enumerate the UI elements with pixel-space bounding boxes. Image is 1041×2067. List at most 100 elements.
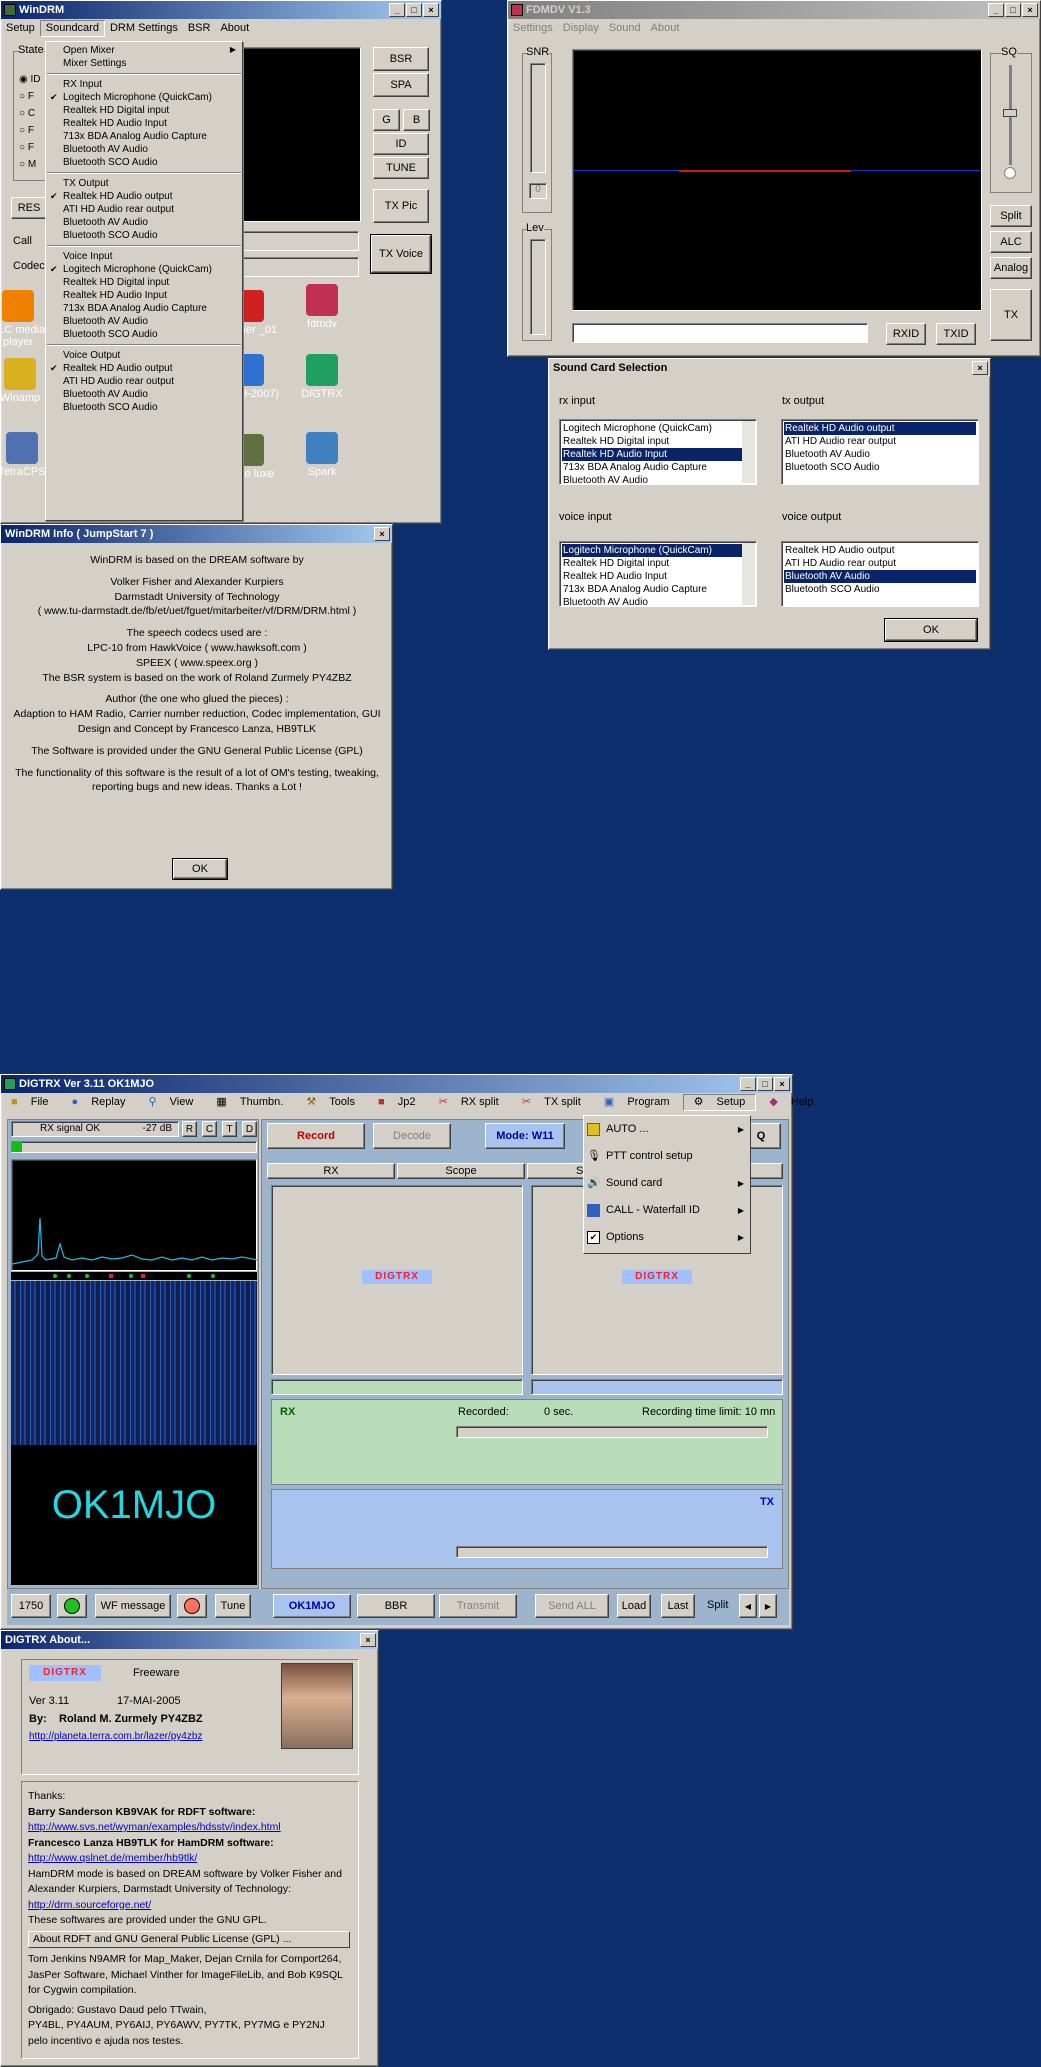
- menu-item-mixer-settings[interactable]: Mixer Settings: [46, 57, 242, 70]
- menu-item-vin[interactable]: Logitech Microphone (QuickCam): [46, 263, 242, 276]
- digtrx-titlebar[interactable]: DIGTRX Ver 3.11 OK1MJO _ □ ×: [1, 1075, 792, 1093]
- menu-bsr[interactable]: BSR: [183, 19, 216, 37]
- menu-item-vout[interactable]: Bluetooth SCO Audio: [46, 401, 242, 414]
- menu-item-auto[interactable]: AUTO ... ▶: [584, 1116, 750, 1143]
- id-button[interactable]: ID: [373, 133, 429, 155]
- load-button[interactable]: Load: [617, 1594, 651, 1618]
- alc-button[interactable]: ALC: [990, 231, 1032, 253]
- menu-soundcard[interactable]: Soundcard: [39, 20, 105, 37]
- slider-thumb[interactable]: [1003, 109, 1017, 117]
- scrollbar[interactable]: [742, 543, 755, 605]
- soundsel-titlebar[interactable]: Sound Card Selection ×: [549, 359, 990, 377]
- close-icon[interactable]: ×: [972, 361, 988, 375]
- menu-sound[interactable]: Sound: [604, 19, 646, 37]
- maximize-icon[interactable]: □: [1005, 3, 1021, 17]
- mode-button[interactable]: Mode: W11: [485, 1123, 565, 1149]
- radio-f3[interactable]: ○ F: [19, 139, 41, 156]
- minimize-icon[interactable]: _: [389, 3, 405, 17]
- record-button[interactable]: Record: [267, 1123, 365, 1149]
- last-button[interactable]: Last: [661, 1594, 695, 1618]
- rdft-link[interactable]: http://www.svs.net/wyman/examples/hdsstv…: [28, 1820, 354, 1836]
- transmit-button[interactable]: Transmit: [439, 1594, 517, 1618]
- menu-item-rx[interactable]: Bluetooth SCO Audio: [46, 156, 242, 169]
- menu-item-rx[interactable]: 713x BDA Analog Audio Capture: [46, 130, 242, 143]
- fdmdv-text-field[interactable]: [572, 323, 868, 343]
- tx-voice-button[interactable]: TX Voice: [370, 234, 432, 274]
- list-item[interactable]: Bluetooth SCO Audio: [784, 461, 976, 474]
- ok-button[interactable]: OK: [884, 618, 978, 642]
- close-icon[interactable]: ×: [360, 1633, 376, 1647]
- prev-arrow-button[interactable]: ◀: [739, 1594, 757, 1618]
- menu-item-vin[interactable]: Realtek HD Audio Input: [46, 289, 242, 302]
- menu-help[interactable]: ◆ Help: [759, 1093, 823, 1111]
- rx-input-listbox[interactable]: Logitech Microphone (QuickCam) Realtek HD…: [559, 419, 757, 485]
- next-arrow-button[interactable]: ▶: [759, 1594, 777, 1618]
- menu-tools[interactable]: ⚒ Tools: [296, 1093, 365, 1111]
- list-item[interactable]: Bluetooth AV Audio: [784, 448, 976, 461]
- ok-button[interactable]: OK: [172, 858, 228, 880]
- menu-item-vout[interactable]: Realtek HD Audio output: [46, 362, 242, 375]
- voice-input-listbox[interactable]: Logitech Microphone (QuickCam) Realtek HD…: [559, 541, 757, 607]
- menu-item-vin[interactable]: Realtek HD Digital input: [46, 276, 242, 289]
- tab-rx[interactable]: RX: [267, 1163, 395, 1179]
- menu-display[interactable]: Display: [558, 19, 604, 37]
- close-icon[interactable]: ×: [774, 1077, 790, 1091]
- maximize-icon[interactable]: □: [757, 1077, 773, 1091]
- maximize-icon[interactable]: □: [406, 3, 422, 17]
- list-item[interactable]: ATI HD Audio rear output: [784, 557, 976, 570]
- tab-scope[interactable]: Scope: [397, 1163, 525, 1179]
- desktop-icon-digtrx[interactable]: DIGTRX: [290, 354, 354, 400]
- list-item[interactable]: Bluetooth SCO Audio: [784, 583, 976, 596]
- minimize-icon[interactable]: _: [740, 1077, 756, 1091]
- squelch-slider[interactable]: [1003, 65, 1017, 165]
- voice-output-listbox[interactable]: Realtek HD Audio output ATI HD Audio rear…: [781, 541, 979, 607]
- d-button[interactable]: D: [242, 1121, 257, 1137]
- list-item[interactable]: Bluetooth AV Audio: [784, 570, 976, 583]
- tx-output-listbox[interactable]: Realtek HD Audio output ATI HD Audio rear…: [781, 419, 979, 485]
- tx-button[interactable]: TX: [990, 289, 1032, 341]
- radio-m[interactable]: ○ M: [19, 156, 41, 173]
- menu-item-vin[interactable]: Bluetooth AV Audio: [46, 315, 242, 328]
- close-icon[interactable]: ×: [423, 3, 439, 17]
- close-icon[interactable]: ×: [1022, 3, 1038, 17]
- menu-item-call-waterfall[interactable]: CALL - Waterfall ID ▶: [584, 1197, 750, 1224]
- menu-item-vin[interactable]: Bluetooth SCO Audio: [46, 328, 242, 341]
- menu-item-vout[interactable]: ATI HD Audio rear output: [46, 375, 242, 388]
- tune-button[interactable]: Tune: [215, 1594, 251, 1618]
- menu-item-rx[interactable]: Realtek HD Digital input: [46, 104, 242, 117]
- menu-file[interactable]: ■ File: [1, 1093, 58, 1111]
- fdmdv-titlebar[interactable]: FDMDV V1.3 _ □ ×: [508, 1, 1040, 19]
- menu-item-rx[interactable]: Realtek HD Audio Input: [46, 117, 242, 130]
- list-item[interactable]: Realtek HD Digital input: [562, 557, 742, 570]
- radio-id[interactable]: ◉ ID: [19, 71, 41, 88]
- menu-item-rx[interactable]: Logitech Microphone (QuickCam): [46, 91, 242, 104]
- menu-setup[interactable]: ⚙ Setup: [682, 1094, 757, 1111]
- b-button[interactable]: B: [403, 109, 430, 131]
- reset-button[interactable]: RES: [11, 197, 47, 219]
- menu-item-tx[interactable]: Bluetooth SCO Audio: [46, 229, 242, 242]
- callsign-button[interactable]: OK1MJO: [273, 1594, 351, 1618]
- t-button[interactable]: T: [222, 1121, 237, 1137]
- list-item[interactable]: 713x BDA Analog Audio Capture: [562, 583, 742, 596]
- menu-tx-split[interactable]: ✂ TX split: [512, 1093, 591, 1111]
- menu-item-tx[interactable]: Realtek HD Audio output: [46, 190, 242, 203]
- menu-item-ptt[interactable]: 🎙 PTT control setup: [584, 1143, 750, 1170]
- radio-f2[interactable]: ○ F: [19, 122, 41, 139]
- menu-item-vin[interactable]: 713x BDA Analog Audio Capture: [46, 302, 242, 315]
- menu-about[interactable]: About: [646, 19, 685, 37]
- list-item[interactable]: Realtek HD Audio Input: [562, 448, 742, 461]
- spa-button[interactable]: SPA: [373, 73, 429, 97]
- menu-drm-settings[interactable]: DRM Settings: [105, 19, 183, 37]
- 1750-button[interactable]: 1750: [11, 1594, 51, 1618]
- bbr-button[interactable]: BBR: [357, 1594, 435, 1618]
- menu-item-vout[interactable]: Bluetooth AV Audio: [46, 388, 242, 401]
- analog-button[interactable]: Analog: [990, 257, 1032, 279]
- r-button[interactable]: R: [182, 1121, 197, 1137]
- menu-replay[interactable]: ● Replay: [62, 1093, 136, 1111]
- author-link[interactable]: http://planeta.terra.com.br/lazer/py4zbz: [29, 1731, 202, 1742]
- list-item[interactable]: Bluetooth AV Audio: [562, 596, 742, 606]
- about-titlebar[interactable]: DIGTRX About... ×: [1, 1631, 378, 1649]
- bsr-button[interactable]: BSR: [373, 47, 429, 71]
- menu-item-tx[interactable]: Bluetooth AV Audio: [46, 216, 242, 229]
- desktop-icon-vlc[interactable]: VLC media player: [0, 290, 50, 348]
